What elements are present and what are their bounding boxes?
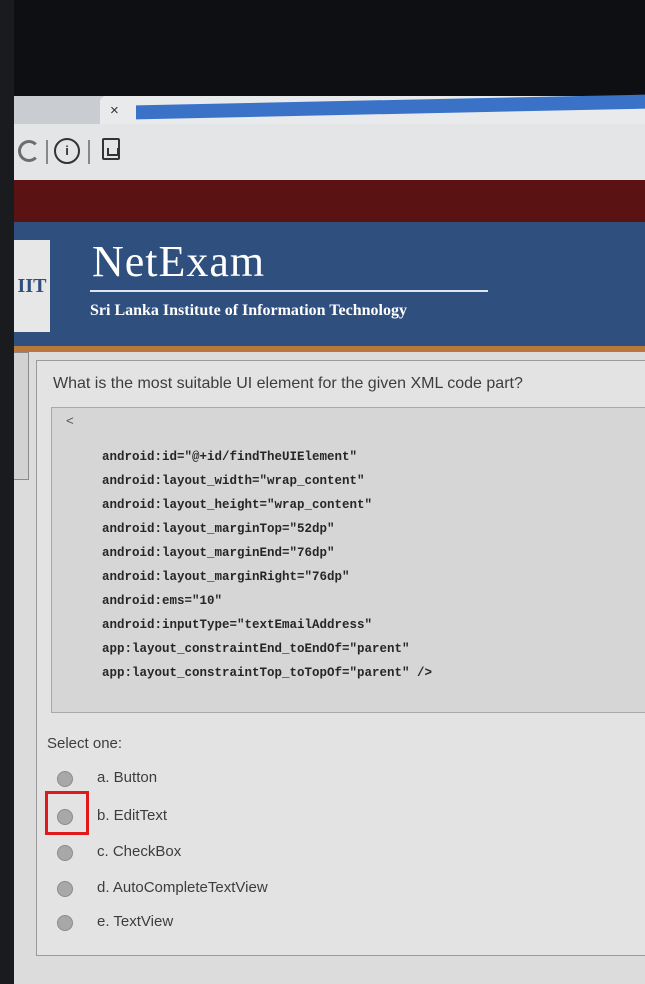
- code-line: android:layout_marginTop="52dp": [102, 522, 335, 536]
- select-one-label: Select one:: [47, 735, 123, 752]
- radio-button[interactable]: [57, 845, 73, 861]
- question-info-panel: [14, 352, 29, 480]
- code-line: app:layout_constraintEnd_toEndOf="parent…: [102, 642, 410, 656]
- question-card: What is the most suitable UI element for…: [36, 360, 645, 956]
- code-open-tag: <: [66, 414, 74, 429]
- toolbar-divider: [46, 140, 48, 164]
- option-label[interactable]: b. EditText: [97, 807, 167, 824]
- main-content: What is the most suitable UI element for…: [14, 352, 645, 984]
- page-icon[interactable]: [102, 138, 120, 160]
- site-top-band: [14, 180, 645, 222]
- site-subtitle: Sri Lanka Institute of Information Techn…: [90, 302, 407, 319]
- code-line: android:layout_marginEnd="76dp": [102, 546, 335, 560]
- info-icon[interactable]: i: [54, 138, 80, 164]
- radio-button[interactable]: [57, 809, 73, 825]
- radio-button[interactable]: [57, 915, 73, 931]
- institute-logo: IIT: [14, 240, 50, 332]
- option-label[interactable]: a. Button: [97, 769, 157, 786]
- code-line: android:layout_height="wrap_content": [102, 498, 373, 512]
- radio-button[interactable]: [57, 771, 73, 787]
- site-title: NetExam: [92, 237, 266, 286]
- code-line: android:layout_marginRight="76dp": [102, 570, 350, 584]
- code-line: android:ems="10": [102, 594, 223, 608]
- close-icon[interactable]: ×: [110, 102, 119, 119]
- site-header: IIT NetExam Sri Lanka Institute of Infor…: [14, 222, 645, 350]
- code-line: android:layout_width="wrap_content": [102, 474, 365, 488]
- monitor-bezel: [0, 0, 14, 984]
- code-line: app:layout_constraintTop_toTopOf="parent…: [102, 666, 433, 680]
- photo-of-screen: × i IIT NetExam Sri Lanka Institute of I…: [0, 0, 645, 984]
- option-label[interactable]: e. TextView: [97, 913, 173, 930]
- code-line: android:id="@+id/findTheUIElement": [102, 450, 358, 464]
- reload-icon[interactable]: [18, 140, 40, 162]
- radio-button[interactable]: [57, 881, 73, 897]
- option-label[interactable]: c. CheckBox: [97, 843, 181, 860]
- toolbar-divider: [88, 140, 90, 164]
- code-line: android:inputType="textEmailAddress": [102, 618, 373, 632]
- title-divider: [90, 290, 488, 292]
- question-text: What is the most suitable UI element for…: [53, 375, 523, 392]
- option-label[interactable]: d. AutoCompleteTextView: [97, 879, 268, 896]
- code-block: < android:id="@+id/findTheUIElement" and…: [51, 407, 645, 713]
- browser-toolbar: i: [14, 124, 645, 181]
